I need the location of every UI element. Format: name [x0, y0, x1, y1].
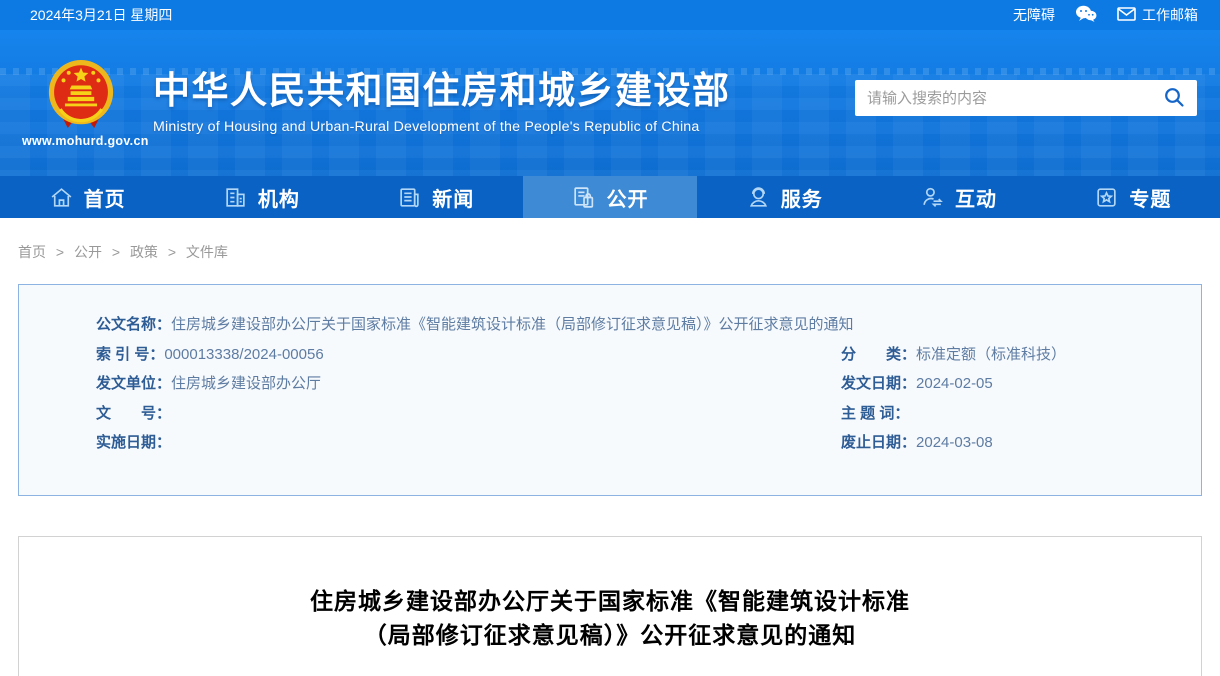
meta-label: 文 号：: [96, 405, 171, 422]
meta-value: 标准定额（标准科技）: [916, 346, 1066, 363]
meta-label: 索 引 号：: [96, 346, 164, 363]
meta-label: 废止日期：: [841, 434, 916, 451]
meta-row-doc-title: 公文名称：住房城乡建设部办公厅关于国家标准《智能建筑设计标准（局部修订征求意见稿…: [19, 310, 1201, 340]
meta-label: 公文名称：: [96, 316, 171, 333]
meta-value: 000013338/2024-00056: [164, 346, 323, 363]
site-url: www.mohurd.gov.cn: [22, 134, 140, 148]
meta-label: 发文日期：: [841, 375, 916, 392]
magnifier-icon: [1163, 86, 1185, 111]
meta-row-subject-words: 主 题 词：: [841, 399, 1201, 429]
meta-label: 发文单位：: [96, 375, 171, 392]
ministry-title-english: Ministry of Housing and Urban-Rural Deve…: [153, 119, 731, 135]
wechat-link[interactable]: [1075, 5, 1097, 26]
breadcrumb-current: 文件库: [186, 244, 228, 260]
home-icon: [49, 185, 74, 210]
china-national-emblem-icon: [22, 58, 140, 132]
topics-icon: [1094, 185, 1119, 210]
search-button[interactable]: [1163, 86, 1185, 111]
nav-item-home[interactable]: 首页: [0, 176, 174, 218]
wechat-icon: [1075, 5, 1097, 26]
meta-value: 2024-02-05: [916, 375, 993, 392]
disclosure-icon: [571, 185, 596, 210]
current-date: 2024年3月21日 星期四: [30, 5, 172, 25]
top-utility-bar: 2024年3月21日 星期四 无障碍 工: [0, 0, 1220, 30]
meta-value: 住房城乡建设部办公厅关于国家标准《智能建筑设计标准（局部修订征求意见稿）》公开征…: [171, 316, 854, 333]
ministry-title: 中华人民共和国住房和城乡建设部: [153, 71, 731, 112]
article-title: 住房城乡建设部办公厅关于国家标准《智能建筑设计标准 （局部修订征求意见稿）》公开…: [19, 584, 1201, 652]
meta-row-doc-number: 文 号：: [96, 399, 841, 429]
breadcrumb-disclosure[interactable]: 公开: [74, 244, 102, 260]
nav-item-interaction[interactable]: 互动: [871, 176, 1045, 218]
meta-label: 实施日期：: [96, 434, 171, 451]
meta-row-implementation-date: 实施日期：: [96, 428, 841, 458]
nav-item-topics[interactable]: 专题: [1046, 176, 1220, 218]
news-icon: [397, 185, 422, 210]
meta-label: 分 类：: [841, 346, 916, 363]
meta-row-index-number: 索 引 号：000013338/2024-00056: [96, 340, 841, 370]
service-icon: [746, 185, 771, 210]
work-mailbox-link[interactable]: 工作邮箱: [1117, 5, 1198, 25]
breadcrumb-separator: >: [168, 244, 176, 260]
meta-label: 主 题 词：: [841, 405, 909, 422]
document-meta-panel: 公文名称：住房城乡建设部办公厅关于国家标准《智能建筑设计标准（局部修订征求意见稿…: [18, 284, 1202, 496]
breadcrumb-policy[interactable]: 政策: [130, 244, 158, 260]
meta-row-category: 分 类：标准定额（标准科技）: [841, 340, 1201, 370]
meta-row-abolition-date: 废止日期：2024-03-08: [841, 428, 1201, 458]
article-container: 住房城乡建设部办公厅关于国家标准《智能建筑设计标准 （局部修订征求意见稿）》公开…: [18, 536, 1202, 676]
nav-item-services[interactable]: 服务: [697, 176, 871, 218]
article-title-line1: 住房城乡建设部办公厅关于国家标准《智能建筑设计标准: [19, 584, 1201, 618]
search-input[interactable]: [867, 90, 1163, 107]
organization-icon: [223, 185, 248, 210]
breadcrumb: 首页 > 公开 > 政策 > 文件库: [0, 218, 1220, 262]
meta-value: 2024-03-08: [916, 434, 993, 451]
meta-row-issuing-unit: 发文单位：住房城乡建设部办公厅: [96, 369, 841, 399]
meta-value: 住房城乡建设部办公厅: [171, 375, 321, 392]
breadcrumb-separator: >: [56, 244, 64, 260]
site-header-banner: www.mohurd.gov.cn 中华人民共和国住房和城乡建设部 Minist…: [0, 30, 1220, 176]
site-logo[interactable]: www.mohurd.gov.cn: [22, 58, 140, 148]
breadcrumb-home[interactable]: 首页: [18, 244, 46, 260]
nav-item-disclosure[interactable]: 公开: [523, 176, 697, 218]
nav-item-organization[interactable]: 机构: [174, 176, 348, 218]
meta-row-issue-date: 发文日期：2024-02-05: [841, 369, 1201, 399]
breadcrumb-separator: >: [112, 244, 120, 260]
nav-item-news[interactable]: 新闻: [349, 176, 523, 218]
main-navigation: 首页 机构 新闻 公开: [0, 176, 1220, 218]
envelope-icon: [1117, 7, 1136, 24]
accessibility-link[interactable]: 无障碍: [1013, 5, 1055, 25]
interaction-icon: [920, 185, 945, 210]
site-search: [855, 80, 1197, 116]
article-title-line2: （局部修订征求意见稿）》公开征求意见的通知: [19, 618, 1201, 652]
